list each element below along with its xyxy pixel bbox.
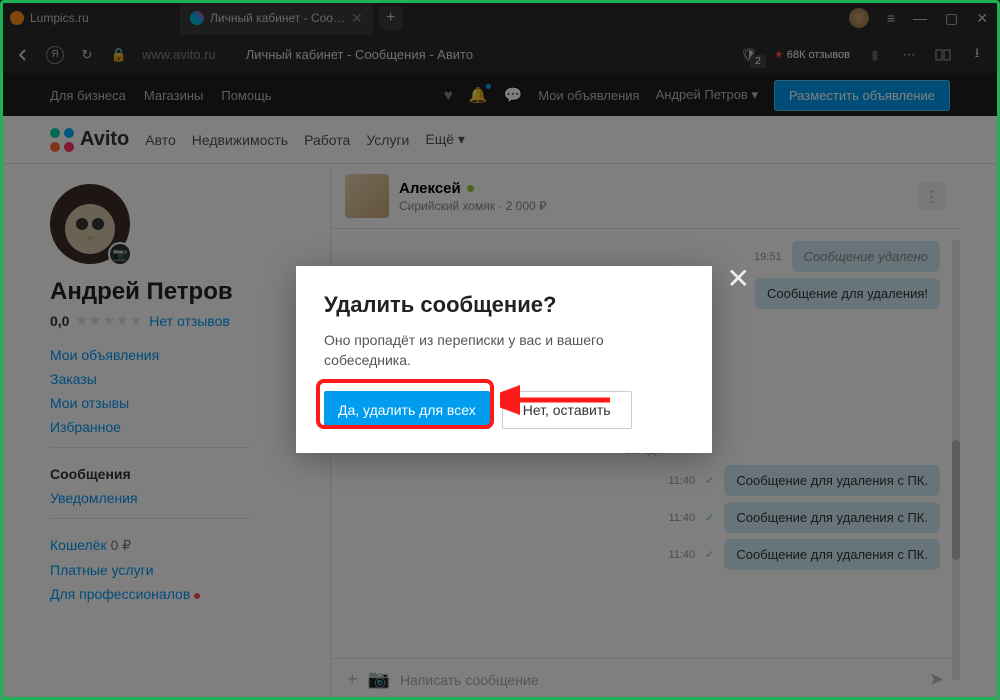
close-dialog-icon[interactable]: ✕	[727, 262, 750, 295]
confirm-delete-button[interactable]: Да, удалить для всех	[324, 391, 490, 429]
dialog-text: Оно пропадёт из переписки у вас и вашего…	[324, 330, 684, 371]
dialog-title: Удалить сообщение?	[324, 292, 684, 318]
delete-message-dialog: ✕ Удалить сообщение? Оно пропадёт из пер…	[296, 266, 712, 453]
cancel-delete-button[interactable]: Нет, оставить	[502, 391, 632, 429]
